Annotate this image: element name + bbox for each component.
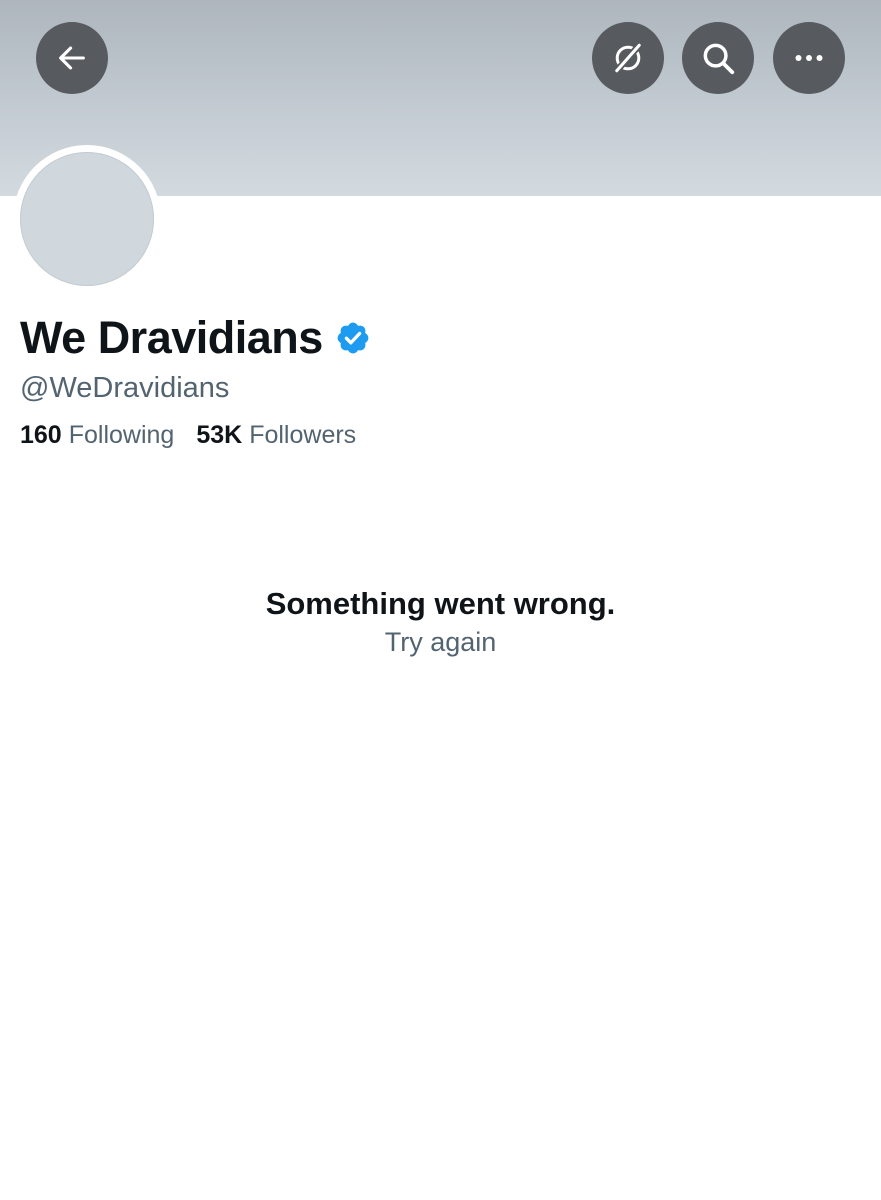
avatar-ring [13,145,161,293]
more-button[interactable] [773,22,845,94]
more-horizontal-icon [791,40,827,76]
try-again-button[interactable]: Try again [0,624,881,660]
followers-link[interactable]: 53K Followers [196,421,356,450]
verified-badge-icon[interactable] [335,320,371,356]
error-title: Something went wrong. [265,586,616,621]
profile-handle: @WeDravidians [20,372,230,404]
back-button[interactable] [36,22,108,94]
following-link[interactable]: 160 Following [20,421,174,450]
profile-name-row: We Dravidians [20,308,371,368]
followers-count: 53K [196,421,243,449]
grok-button[interactable] [592,22,664,94]
arrow-left-icon [55,41,89,75]
search-button[interactable] [682,22,754,94]
search-icon [699,39,737,77]
error-message: Something went wrong. Try again [0,584,881,660]
display-name: We Dravidians [20,312,323,363]
following-label: Following [68,421,175,449]
avatar[interactable] [20,152,154,286]
following-count: 160 [20,421,62,449]
grok-icon [610,40,646,76]
followers-label: Followers [249,421,357,449]
profile-stats: 160 Following 53K Followers [20,421,356,450]
